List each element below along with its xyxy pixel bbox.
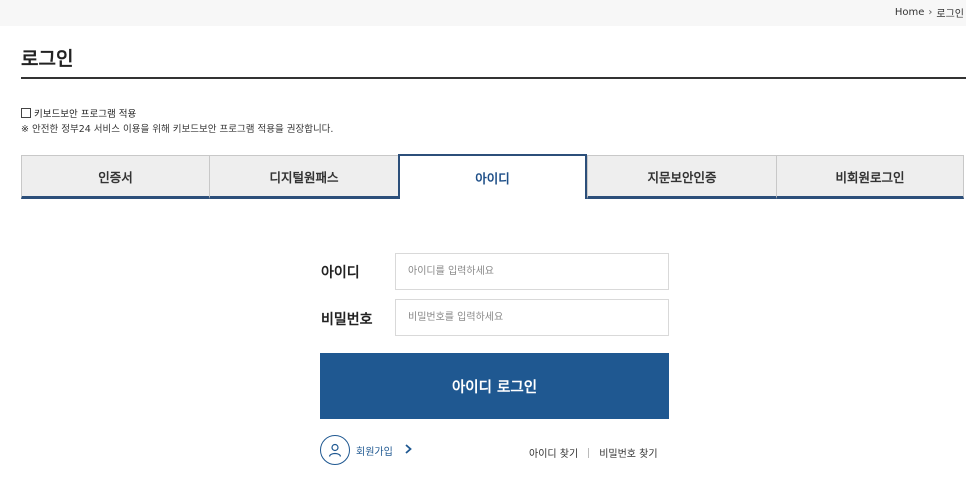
user-icon <box>320 435 350 465</box>
top-bar: Home › 로그인 <box>0 0 966 26</box>
tab-certificate[interactable]: 인증서 <box>21 155 209 199</box>
id-login-button[interactable]: 아이디 로그인 <box>320 353 669 419</box>
keyboard-security-option[interactable]: 키보드보안 프로그램 적용 <box>21 106 136 120</box>
password-input[interactable] <box>395 299 669 336</box>
breadcrumb-home[interactable]: Home <box>895 7 925 18</box>
tab-label: 아이디 <box>475 171 510 186</box>
tab-id[interactable]: 아이디 <box>398 154 587 199</box>
password-label: 비밀번호 <box>321 312 373 328</box>
page-title: 로그인 <box>21 48 74 70</box>
keyboard-security-note: ※ 안전한 정부24 서비스 이용을 위해 키보드보안 프로그램 적용을 권장합… <box>21 124 334 135</box>
title-divider <box>21 77 966 79</box>
link-divider <box>588 447 590 458</box>
tab-guest-login[interactable]: 비회원로그인 <box>776 155 964 199</box>
tab-label: 디지털원패스 <box>269 169 339 185</box>
tab-digital-onepass[interactable]: 디지털원패스 <box>209 155 398 199</box>
breadcrumb-current: 로그인 <box>936 9 964 20</box>
tab-label: 지문보안인증 <box>647 169 717 185</box>
id-label: 아이디 <box>321 265 360 281</box>
signup-link[interactable]: 회원가입 <box>320 435 412 465</box>
find-account-links: 아이디 찾기 비밀번호 찾기 <box>529 445 658 460</box>
tab-fingerprint-auth[interactable]: 지문보안인증 <box>587 155 776 199</box>
breadcrumb: Home › 로그인 <box>895 5 964 20</box>
tab-label: 인증서 <box>98 169 133 185</box>
keyboard-security-checkbox[interactable] <box>21 108 31 118</box>
find-password-link[interactable]: 비밀번호 찾기 <box>599 445 657 460</box>
tab-label: 비회원로그인 <box>835 169 905 185</box>
chevron-right-icon <box>405 443 412 457</box>
chevron-right-icon: › <box>928 7 933 18</box>
keyboard-security-label: 키보드보안 프로그램 적용 <box>34 109 137 120</box>
login-method-tabs: 인증서 디지털원패스 아이디 지문보안인증 비회원로그인 <box>21 154 964 199</box>
find-id-link[interactable]: 아이디 찾기 <box>529 445 578 460</box>
signup-label: 회원가입 <box>356 446 393 458</box>
id-input[interactable] <box>395 253 669 290</box>
